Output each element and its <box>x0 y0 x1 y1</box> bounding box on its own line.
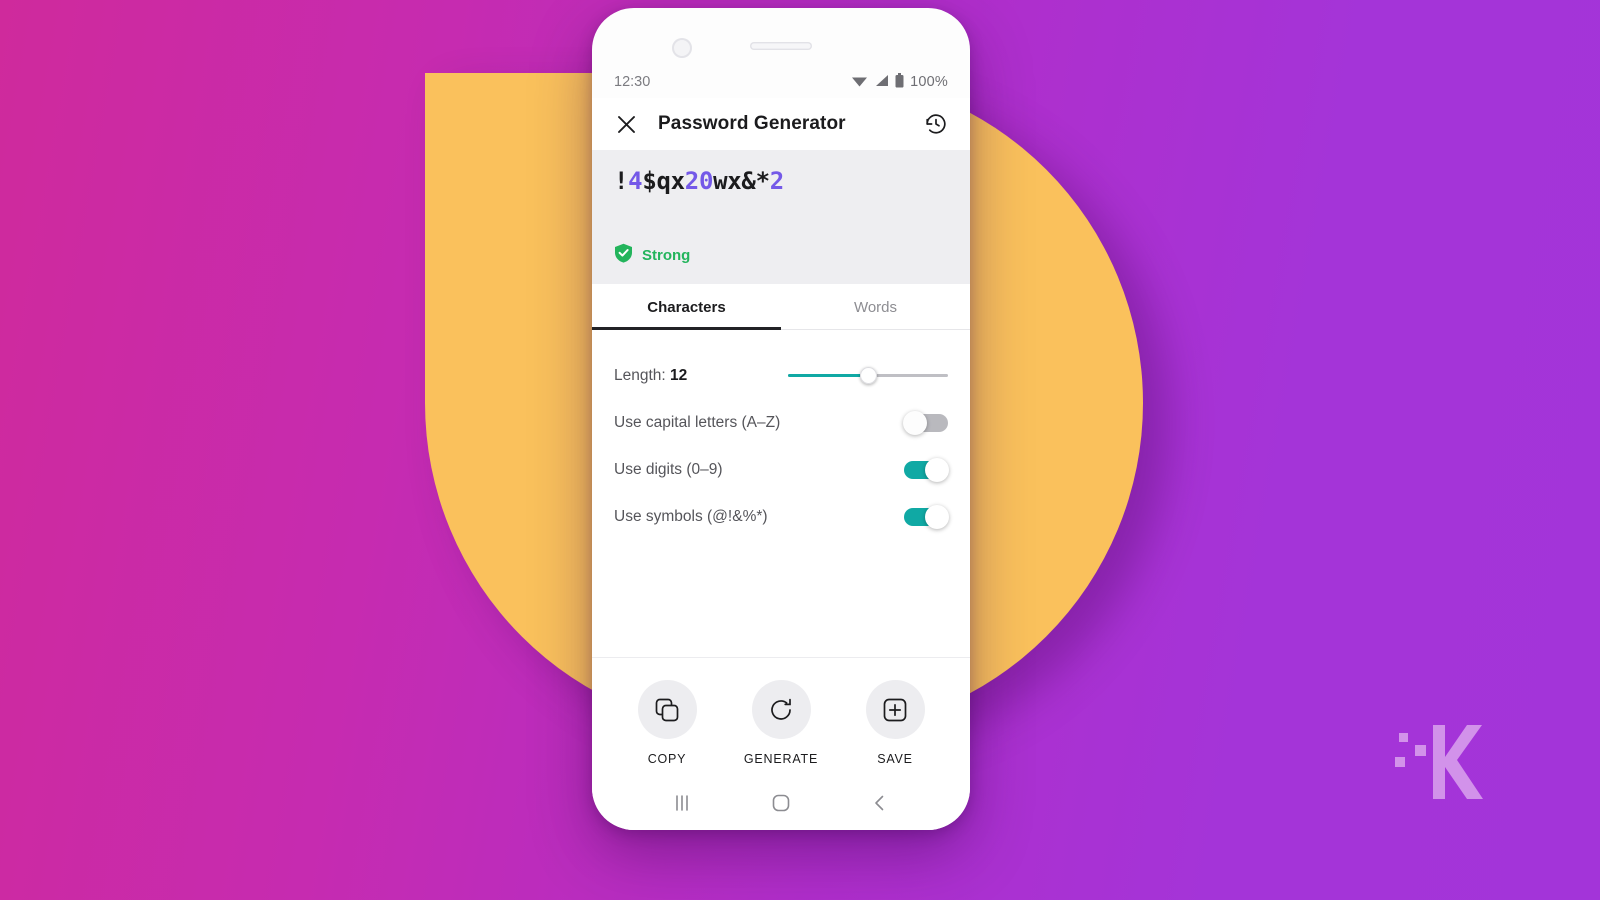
option-label-capital-letters: Use capital letters (A–Z) <box>614 413 781 431</box>
strength-indicator: Strong <box>614 243 948 268</box>
status-bar: 12:30 100% <box>592 66 970 98</box>
phone-mockup: 12:30 100% Password Generator !4$qx20wx&… <box>592 8 970 830</box>
home-icon[interactable] <box>761 783 801 823</box>
password-char: ! <box>614 167 629 195</box>
refresh-icon <box>751 680 811 739</box>
length-label-text: Length: <box>614 366 666 384</box>
password-char: q <box>656 167 671 195</box>
close-icon[interactable] <box>612 110 640 138</box>
app-bar: Password Generator <box>592 98 970 150</box>
status-time: 12:30 <box>614 74 651 90</box>
option-row-digits[interactable]: Use digits (0–9) <box>614 446 949 493</box>
battery-percent: 100% <box>910 74 948 90</box>
password-char: 0 <box>698 167 714 195</box>
battery-icon <box>895 72 904 92</box>
toggle-digits[interactable] <box>904 457 949 482</box>
tab-bar: Characters Words <box>592 284 970 330</box>
tab-characters-label: Characters <box>647 299 726 316</box>
password-char: & <box>741 167 756 195</box>
plus-square-icon <box>865 680 925 739</box>
toggle-capital-letters[interactable] <box>903 410 948 435</box>
password-char: * <box>755 167 770 195</box>
toggle-symbols[interactable] <box>904 504 949 529</box>
tab-characters[interactable]: Characters <box>592 284 781 330</box>
copy-button[interactable]: COPY <box>621 680 713 766</box>
slider-knob[interactable] <box>859 367 877 384</box>
password-char: x <box>670 167 685 195</box>
password-char: 4 <box>628 167 643 195</box>
option-label-symbols: Use symbols (@!&%*) <box>614 507 768 525</box>
slider-track-fill <box>788 374 868 377</box>
password-char: $ <box>642 167 657 195</box>
toggle-thumb <box>925 504 949 529</box>
copy-icon <box>637 680 697 739</box>
save-button[interactable]: SAVE <box>849 680 941 766</box>
system-nav-bar <box>592 776 970 830</box>
back-icon[interactable] <box>860 783 900 823</box>
recents-icon[interactable] <box>662 783 702 823</box>
generated-password[interactable]: !4$qx20wx&*2 <box>614 168 948 194</box>
wifi-icon <box>851 74 868 91</box>
signal-icon <box>874 74 889 91</box>
page-title: Password Generator <box>658 113 846 134</box>
copy-label: COPY <box>647 752 687 766</box>
generate-button[interactable]: GENERATE <box>735 680 827 766</box>
action-bar: COPY GENERATE SAVE <box>592 657 970 776</box>
toggle-thumb <box>903 410 927 435</box>
password-panel: !4$qx20wx&*2 Strong <box>592 150 970 284</box>
toggle-thumb <box>925 457 949 482</box>
save-label: SAVE <box>877 752 913 766</box>
shield-check-icon <box>614 243 633 268</box>
password-char: x <box>727 167 742 195</box>
password-char: w <box>713 167 728 195</box>
strength-label: Strong <box>642 247 691 264</box>
generate-label: GENERATE <box>743 752 819 766</box>
tab-words-label: Words <box>853 299 898 316</box>
settings-list: Length: 12 Use capital letters (A–Z) Use… <box>592 330 970 657</box>
history-icon[interactable] <box>922 110 950 138</box>
length-row: Length: 12 <box>614 352 948 399</box>
password-char: 2 <box>684 167 699 195</box>
length-label: Length: 12 <box>614 367 788 385</box>
length-value: 12 <box>670 366 688 384</box>
tab-words[interactable]: Words <box>781 284 970 329</box>
k-logo-watermark <box>1375 715 1495 805</box>
password-char: 2 <box>769 167 784 195</box>
length-slider[interactable] <box>788 367 948 385</box>
option-label-digits: Use digits (0–9) <box>614 460 723 478</box>
option-row-symbols[interactable]: Use symbols (@!&%*) <box>614 493 949 540</box>
option-row-capital-letters[interactable]: Use capital letters (A–Z) <box>614 399 948 446</box>
